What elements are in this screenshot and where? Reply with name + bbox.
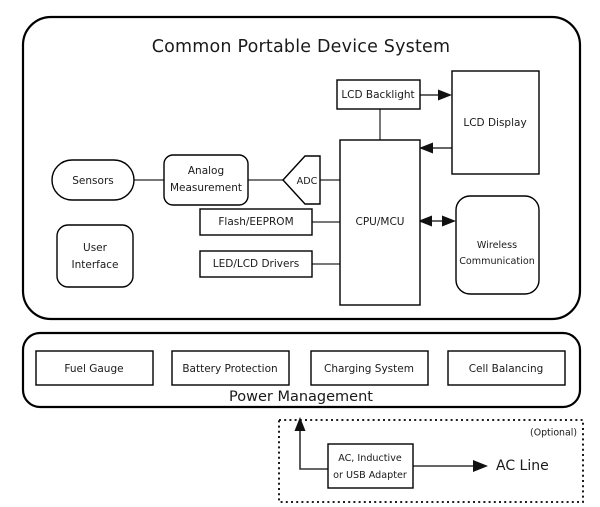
wire-adapter-to-power xyxy=(299,425,328,470)
block-ac-usb-adapter[interactable] xyxy=(327,443,414,489)
block-led-lcd-drivers-label: LED/LCD Drivers xyxy=(213,258,300,270)
power-management-title: Power Management xyxy=(229,389,373,405)
block-lcd-display-label: LCD Display xyxy=(463,117,526,129)
block-wireless-communication-label-line1: Wireless xyxy=(477,240,517,251)
block-lcd-backlight-label: LCD Backlight xyxy=(341,89,414,101)
block-user-interface-label-line2: Interface xyxy=(71,259,118,271)
block-cell-balancing-label: Cell Balancing xyxy=(469,363,544,375)
block-sensors-label: Sensors xyxy=(72,175,113,187)
block-analog-measurement[interactable] xyxy=(163,154,249,206)
optional-badge: (Optional) xyxy=(530,428,577,439)
block-wireless-communication-label-line2: Communication xyxy=(459,256,535,267)
block-flash-eeprom-label: Flash/EEPROM xyxy=(218,216,293,228)
block-diagram-canvas: Common Portable Device System Sensors Us… xyxy=(0,0,600,507)
block-user-interface-label-line1: User xyxy=(83,242,108,254)
diagram-svg: Common Portable Device System Sensors Us… xyxy=(21,15,584,503)
ac-line-label: AC Line xyxy=(496,458,549,474)
page-title: Common Portable Device System xyxy=(152,37,451,57)
block-adc-label: ADC xyxy=(297,176,318,187)
block-ac-usb-adapter-label-line1: AC, Inductive xyxy=(338,453,402,464)
block-cpu-mcu-label: CPU/MCU xyxy=(356,216,405,228)
block-ac-usb-adapter-label-line2: or USB Adapter xyxy=(333,470,407,481)
block-analog-measurement-label-line1: Analog xyxy=(188,165,224,177)
block-analog-measurement-label-line2: Measurement xyxy=(170,182,242,194)
block-charging-system-label: Charging System xyxy=(324,363,414,375)
block-fuel-gauge-label: Fuel Gauge xyxy=(64,363,123,375)
arrowhead-adapter-to-ac-line xyxy=(473,460,488,472)
block-battery-protection-label: Battery Protection xyxy=(182,363,277,375)
block-user-interface[interactable] xyxy=(56,224,134,288)
